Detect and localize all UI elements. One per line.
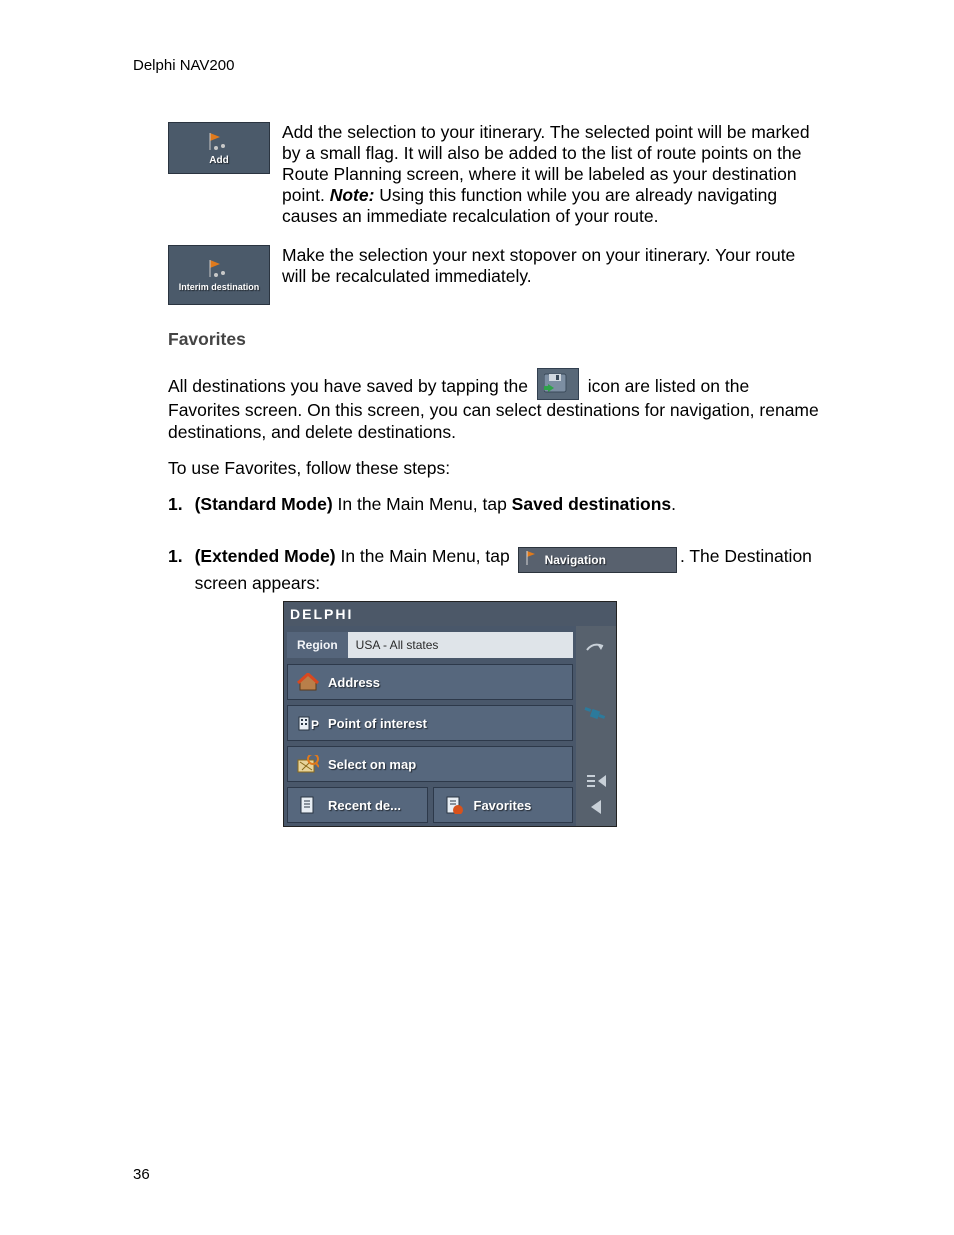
step-standard: 1. (Standard Mode) In the Main Menu, tap… [168,494,821,516]
recent-destinations-button[interactable]: Recent de... [287,787,428,823]
interim-button-label: Interim destination [177,282,262,292]
interim-description: Make the selection your next stopover on… [282,245,821,287]
address-button[interactable]: Address [287,664,573,700]
flag-icon [525,550,539,572]
region-value[interactable]: USA - All states [348,632,573,658]
poi-button[interactable]: P Point of interest [287,705,573,741]
gps-icon[interactable] [581,632,611,662]
house-icon [296,672,320,692]
menu-back-icon[interactable] [581,768,611,794]
recent-button-label: Recent de... [328,798,401,813]
page-number: 36 [133,1166,150,1183]
step-number: 1. [168,546,183,596]
favorites-lead: To use Favorites, follow these steps: [168,458,821,480]
step-text-a: In the Main Menu, tap [336,546,515,566]
favorites-intro: All destinations you have saved by tappi… [168,368,821,444]
step-extended: 1. (Extended Mode) In the Main Menu, tap… [168,546,821,596]
step-text-a: In the Main Menu, tap [333,494,512,514]
add-button-label: Add [209,155,228,166]
saved-destinations-label: Saved destinations [512,494,672,514]
flag-icon [208,131,230,151]
satellite-icon[interactable] [581,700,611,730]
step-number: 1. [168,494,183,516]
flag-icon [208,258,230,278]
interim-row: Interim destination Make the selection y… [168,245,821,305]
favorites-button[interactable]: Favorites [433,787,574,823]
add-row: Add Add the selection to your itinerary.… [168,122,821,227]
address-button-label: Address [328,675,380,690]
poi-icon: P [296,713,320,733]
back-icon[interactable] [581,794,611,820]
interim-button-graphic: Interim destination [168,245,270,305]
delphi-logo: DELPHI [290,606,353,622]
favorites-intro-a: All destinations you have saved by tappi… [168,376,528,396]
map-pick-icon [296,754,320,774]
document-favorite-icon [442,795,466,815]
destination-sidebar [576,626,616,826]
document-list-icon [296,795,320,815]
region-label: Region [287,632,348,658]
add-button-graphic: Add [168,122,270,174]
running-header: Delphi NAV200 [133,57,821,74]
destination-screen: DELPHI Region USA - All states Address P [283,601,617,827]
navigation-button-graphic: Navigation [518,547,677,573]
save-disk-icon [537,368,579,400]
favorites-button-label: Favorites [474,798,532,813]
destination-header: DELPHI [284,602,616,626]
step-mode: (Extended Mode) [195,546,336,566]
navigation-button-label: Navigation [545,553,606,568]
poi-button-label: Point of interest [328,716,427,731]
step-mode: (Standard Mode) [195,494,333,514]
select-on-map-button[interactable]: Select on map [287,746,573,782]
region-row: Region USA - All states [287,632,573,658]
step-text-b: . [671,494,676,514]
svg-text:P: P [311,718,319,732]
favorites-heading: Favorites [168,329,821,350]
select-on-map-button-label: Select on map [328,757,416,772]
note-label: Note: [330,185,375,205]
destination-main: Region USA - All states Address P Point … [284,626,576,826]
add-description: Add the selection to your itinerary. The… [282,122,821,227]
